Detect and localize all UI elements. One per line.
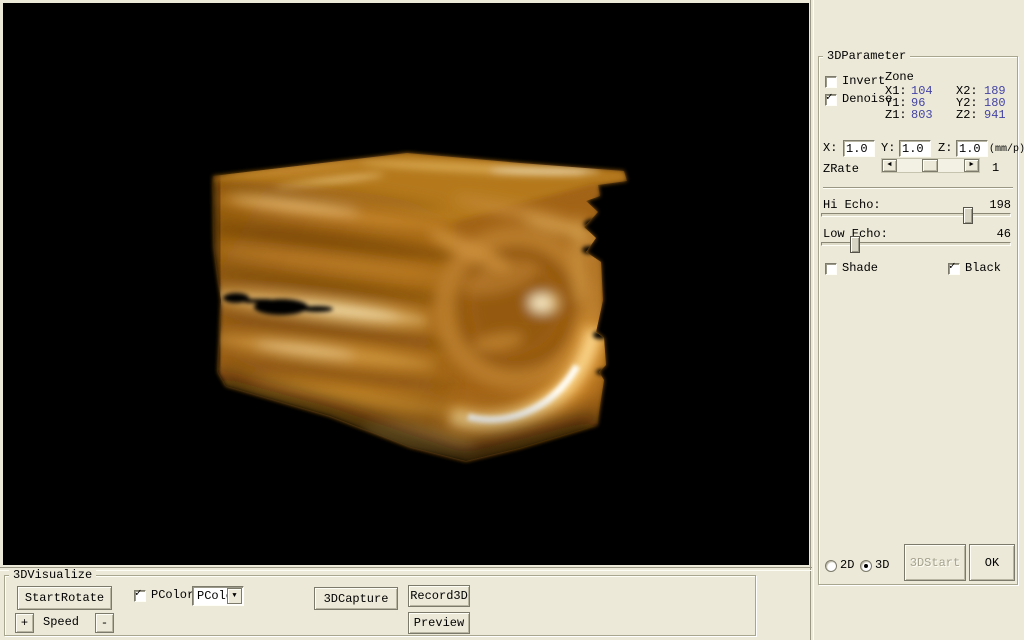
- capture-3d-button[interactable]: 3DCapture: [314, 587, 398, 610]
- visualize-groupbox: 3DVisualize StartRotate ✓ PColor PColor …: [4, 575, 756, 636]
- zone-z1-value: 803: [911, 109, 933, 122]
- hi-echo-label: Hi Echo:: [823, 199, 881, 212]
- panel-divider-vertical: [810, 0, 814, 640]
- record-3d-button[interactable]: Record3D: [408, 585, 470, 607]
- app-window: { "icons": { "check": "✓", "arrow_left":…: [0, 0, 1024, 640]
- speed-label: Speed: [43, 616, 79, 629]
- speed-plus-button[interactable]: +: [15, 613, 34, 633]
- pcolor-label: PColor: [151, 589, 194, 602]
- zrate-label: ZRate: [823, 163, 859, 176]
- speed-minus-button[interactable]: -: [95, 613, 114, 633]
- scale-unit-label: (mm/p): [989, 143, 1024, 156]
- zrate-scroll-thumb[interactable]: [922, 159, 938, 172]
- hi-echo-slider-thumb[interactable]: [963, 207, 973, 224]
- preview-button[interactable]: Preview: [408, 612, 470, 634]
- zone-label: Zone: [885, 71, 914, 84]
- panel-divider-horizontal: [0, 567, 812, 571]
- ultrasound-volume-render: [3, 3, 809, 565]
- zrate-scroll-left-button[interactable]: ◄: [882, 159, 897, 172]
- x-scale-label: X:: [823, 142, 837, 155]
- black-label: Black: [965, 262, 1001, 275]
- shade-label: Shade: [842, 262, 878, 275]
- low-echo-value: 46: [969, 228, 1011, 241]
- pcolor-combobox-dropdown-button[interactable]: ▼: [227, 588, 242, 604]
- mode-2d-label: 2D: [840, 559, 854, 572]
- visualize-group-title: 3DVisualize: [9, 568, 96, 582]
- mode-2d-radio[interactable]: [825, 560, 837, 572]
- black-checkbox[interactable]: ✓: [948, 263, 960, 275]
- start3d-button[interactable]: 3DStart: [904, 544, 966, 581]
- render-viewport[interactable]: [3, 3, 809, 565]
- invert-label: Invert: [842, 75, 885, 88]
- shade-checkbox[interactable]: ✓: [825, 263, 837, 275]
- denoise-checkbox[interactable]: ✓: [825, 94, 837, 106]
- z-scale-label: Z:: [938, 142, 952, 155]
- ok-button[interactable]: OK: [969, 544, 1015, 581]
- zrate-scrollbar[interactable]: ◄ ►: [881, 158, 980, 173]
- zone-z2-value: 941: [984, 109, 1006, 122]
- arrow-left-icon: ◄: [887, 162, 891, 169]
- mode-3d-label: 3D: [875, 559, 889, 572]
- zone-z1-label: Z1:: [885, 109, 907, 122]
- hi-echo-value: 198: [969, 199, 1011, 212]
- section-separator: [823, 187, 1013, 189]
- pcolor-combobox[interactable]: PColor ▼: [192, 586, 244, 606]
- low-echo-slider-thumb[interactable]: [850, 236, 860, 253]
- mode-3d-radio[interactable]: [860, 560, 872, 572]
- zone-z2-label: Z2:: [956, 109, 978, 122]
- parameter-group-title: 3DParameter: [823, 49, 910, 63]
- dropdown-icon: ▼: [232, 592, 236, 600]
- zrate-value: 1: [992, 162, 999, 175]
- z-scale-input[interactable]: [956, 140, 988, 157]
- arrow-right-icon: ►: [969, 162, 973, 169]
- parameter-groupbox: 3DParameter ✓ Invert ✓ Denoise Zone X1: …: [818, 56, 1018, 585]
- start-rotate-button[interactable]: StartRotate: [17, 586, 112, 610]
- pcolor-checkbox[interactable]: ✓: [134, 590, 146, 602]
- x-scale-input[interactable]: [843, 140, 875, 157]
- check-icon: ✓: [949, 261, 956, 273]
- y-scale-input[interactable]: [899, 140, 931, 157]
- check-icon: ✓: [826, 92, 833, 104]
- check-icon: ✓: [135, 588, 142, 600]
- zrate-scroll-right-button[interactable]: ►: [964, 159, 979, 172]
- radio-dot-icon: [864, 564, 868, 568]
- invert-checkbox[interactable]: ✓: [825, 76, 837, 88]
- y-scale-label: Y:: [881, 142, 895, 155]
- hi-echo-slider-track[interactable]: [821, 213, 1011, 217]
